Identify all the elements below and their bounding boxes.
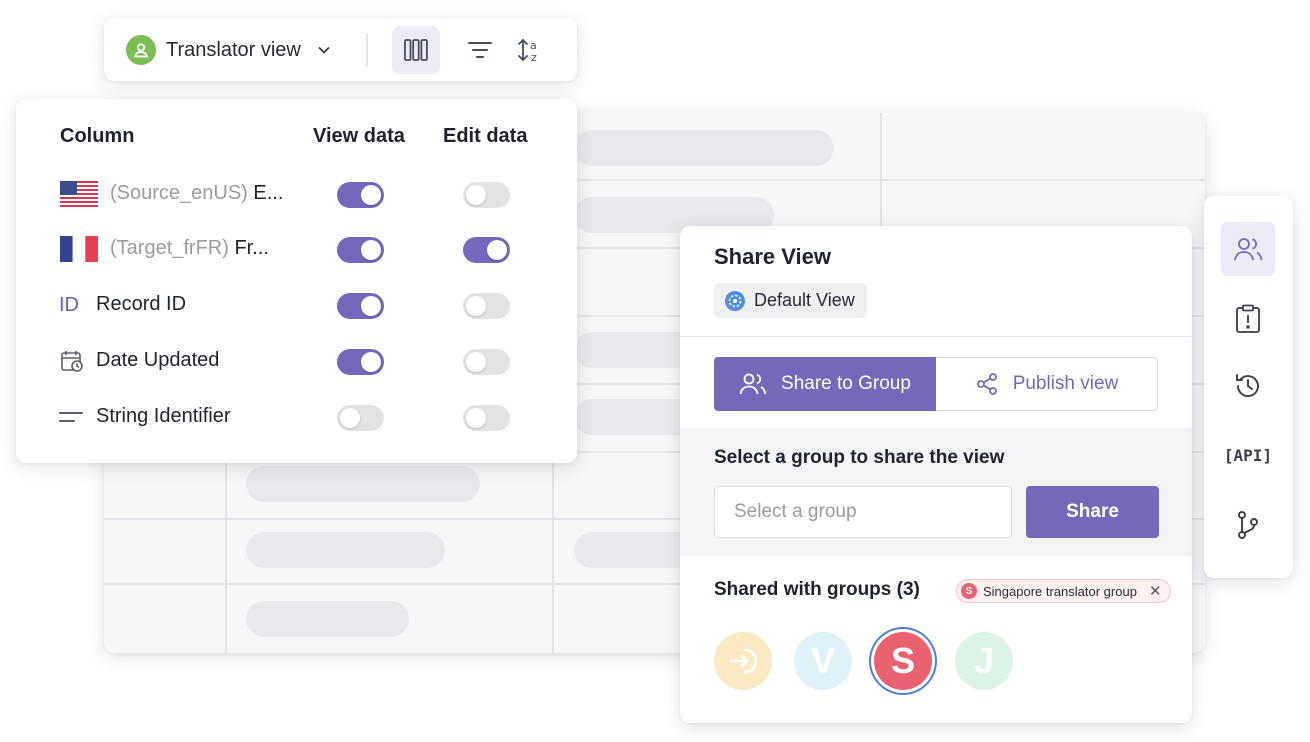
view-name: Translator view <box>166 38 301 61</box>
skeleton-bar <box>246 601 409 637</box>
view-selector[interactable]: Translator view <box>126 34 331 66</box>
text-lines-icon <box>58 404 96 430</box>
sort-az-icon: a z <box>516 37 544 63</box>
skeleton-bar <box>246 532 445 568</box>
group-tag-label: Singapore translator group <box>983 583 1137 599</box>
sidebar-item-api[interactable]: [API] <box>1221 428 1275 482</box>
select-group-section: Select a group to share the view Share <box>680 428 1192 556</box>
view-data-toggle[interactable] <box>337 293 384 319</box>
filter-button[interactable] <box>456 26 504 74</box>
share-view-dialog: Share View Default View Share to Group P… <box>680 226 1192 723</box>
column-label: Date Updated <box>96 349 220 371</box>
sidebar-item-users[interactable] <box>1221 222 1275 276</box>
key-login-icon <box>726 644 760 678</box>
view-toolbar: Translator view a z <box>104 18 577 81</box>
sidebar-item-issues[interactable] <box>1221 292 1275 346</box>
svg-text:z: z <box>531 51 537 63</box>
column-label: (Source_enUS) E... <box>110 182 284 204</box>
skeleton-bar <box>574 332 694 368</box>
skeleton-bar <box>574 399 694 435</box>
user-icon <box>126 35 156 65</box>
select-group-label: Select a group to share the view <box>714 447 1005 468</box>
edit-data-toggle[interactable] <box>463 182 510 208</box>
sort-button[interactable]: a z <box>506 26 554 74</box>
column-header: Column <box>60 125 135 147</box>
columns-button[interactable] <box>392 26 440 74</box>
calendar-clock-icon <box>60 348 98 374</box>
right-sidebar: [API] <box>1204 196 1293 578</box>
shared-with-groups-label: Shared with groups (3) <box>714 579 920 600</box>
view-data-header: View data <box>313 125 405 147</box>
users-icon <box>1233 236 1263 262</box>
group-avatar[interactable]: V <box>794 632 852 690</box>
column-row: String Identifier <box>16 397 577 437</box>
column-row: (Target_frFR) Fr... <box>16 229 577 269</box>
gear-icon <box>724 290 746 312</box>
history-icon <box>1233 371 1263 401</box>
filter-icon <box>467 40 493 60</box>
view-data-toggle[interactable] <box>337 349 384 375</box>
users-icon <box>739 372 767 396</box>
id-icon: ID <box>59 293 79 316</box>
column-row: Date Updated <box>16 341 577 381</box>
edit-data-toggle[interactable] <box>463 349 510 375</box>
edit-data-toggle[interactable] <box>463 405 510 431</box>
api-icon: [API] <box>1223 445 1273 465</box>
close-icon[interactable]: ✕ <box>1149 582 1162 600</box>
chevron-down-icon <box>317 45 331 55</box>
view-data-toggle[interactable] <box>337 237 384 263</box>
branch-icon <box>1235 510 1261 540</box>
section-divider <box>680 336 1192 337</box>
toolbar-divider <box>366 33 368 67</box>
group-avatar[interactable]: J <box>955 632 1013 690</box>
skeleton-bar <box>246 466 480 502</box>
fr-flag-icon <box>60 236 98 262</box>
skeleton-bar <box>574 532 694 568</box>
share-view-title: Share View <box>714 244 831 269</box>
group-select-input[interactable] <box>714 486 1012 538</box>
group-avatar[interactable] <box>714 632 772 690</box>
column-label: String Identifier <box>96 405 231 427</box>
edit-data-header: Edit data <box>443 125 528 147</box>
view-data-toggle[interactable] <box>337 182 384 208</box>
group-avatar[interactable]: S <box>874 632 932 690</box>
us-flag-icon <box>60 181 98 207</box>
edit-data-toggle[interactable] <box>463 293 510 319</box>
tab-publish-view[interactable]: Publish view <box>936 357 1158 411</box>
group-tag: S Singapore translator group ✕ <box>956 579 1171 603</box>
columns-icon <box>403 38 429 62</box>
column-row: ID Record ID <box>16 285 577 325</box>
share-button[interactable]: Share <box>1026 486 1159 538</box>
view-data-toggle[interactable] <box>337 405 384 431</box>
tab-share-to-group-label: Share to Group <box>781 373 911 394</box>
share-nodes-icon <box>975 372 999 396</box>
group-tag-avatar: S <box>961 583 977 599</box>
edit-data-toggle[interactable] <box>463 237 510 263</box>
sidebar-item-branches[interactable] <box>1221 498 1275 552</box>
default-view-label: Default View <box>754 290 855 310</box>
tab-share-to-group[interactable]: Share to Group <box>714 357 936 411</box>
default-view-chip: Default View <box>714 283 867 318</box>
column-label: (Target_frFR) Fr... <box>110 237 269 259</box>
column-permissions-panel: Column View data Edit data (Source_enUS)… <box>16 99 577 463</box>
alert-clipboard-icon <box>1234 304 1262 334</box>
column-label: Record ID <box>96 293 187 315</box>
tab-publish-view-label: Publish view <box>1012 373 1119 394</box>
sidebar-item-history[interactable] <box>1221 359 1275 413</box>
column-row: (Source_enUS) E... <box>16 174 577 214</box>
skeleton-bar <box>574 130 834 166</box>
